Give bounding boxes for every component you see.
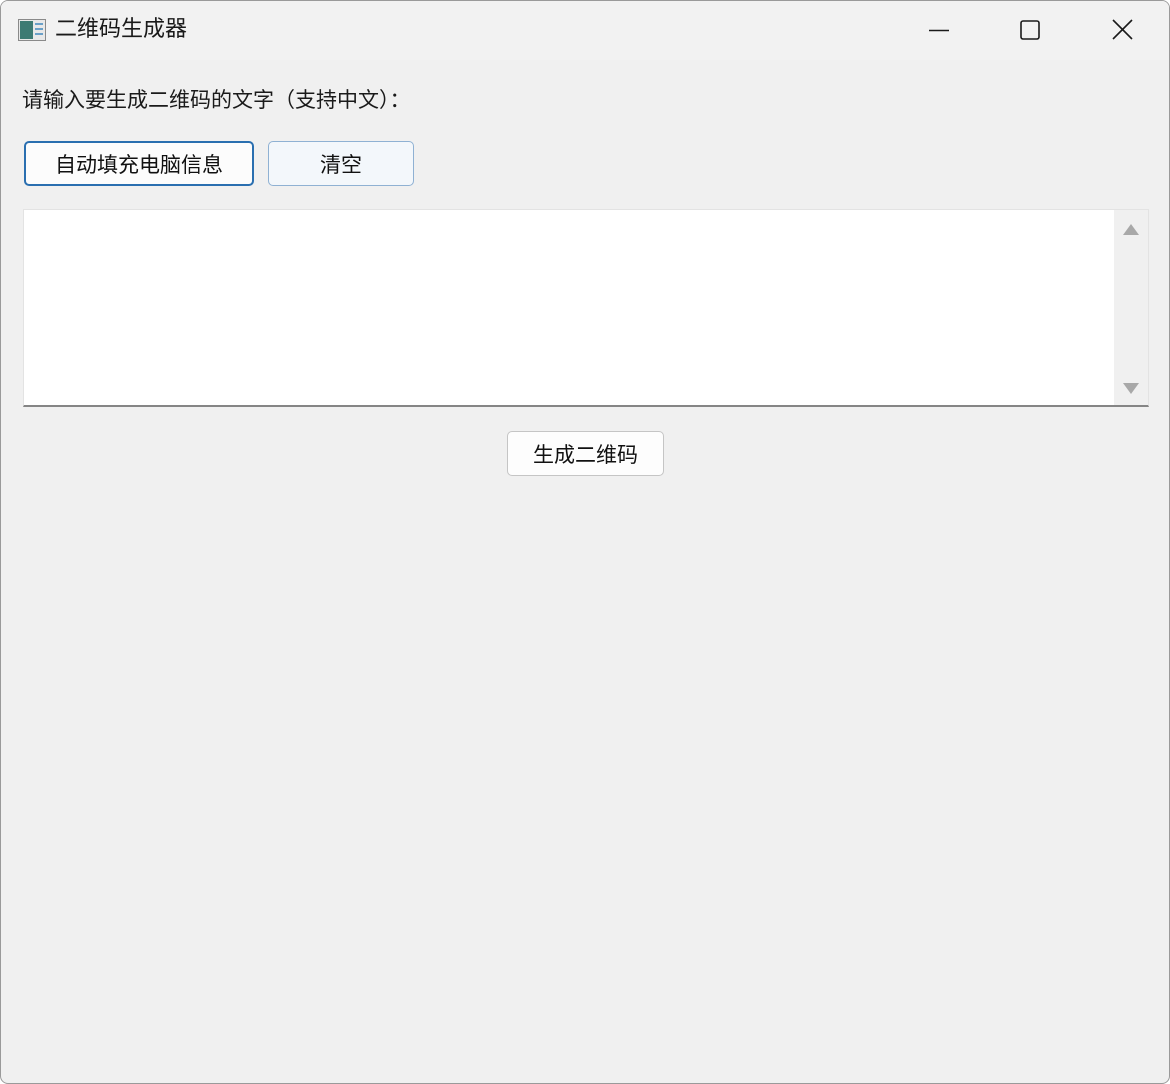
clear-button[interactable]: 清空 [268, 141, 414, 186]
close-icon [1112, 19, 1133, 40]
app-window: 二维码生成器 请输入要生成二维码的文字（支持中文）： 自动填充电脑信息 清空 生… [0, 0, 1170, 1084]
minimize-icon [929, 29, 949, 32]
app-window-icon [18, 19, 46, 41]
input-prompt-label: 请输入要生成二维码的文字（支持中文）： [22, 88, 411, 112]
minimize-button[interactable] [893, 1, 985, 60]
generate-qrcode-button[interactable]: 生成二维码 [507, 431, 664, 476]
close-button[interactable] [1077, 1, 1169, 60]
window-title: 二维码生成器 [55, 17, 188, 42]
title-bar[interactable]: 二维码生成器 [1, 1, 1169, 60]
maximize-icon [1020, 20, 1040, 40]
maximize-button[interactable] [985, 1, 1077, 60]
text-input-area[interactable] [23, 209, 1149, 407]
scroll-up-arrow-icon[interactable] [1114, 215, 1148, 245]
vertical-scrollbar[interactable] [1114, 210, 1148, 405]
autofill-computer-info-button[interactable]: 自动填充电脑信息 [24, 141, 254, 186]
scroll-down-arrow-icon[interactable] [1114, 373, 1148, 403]
